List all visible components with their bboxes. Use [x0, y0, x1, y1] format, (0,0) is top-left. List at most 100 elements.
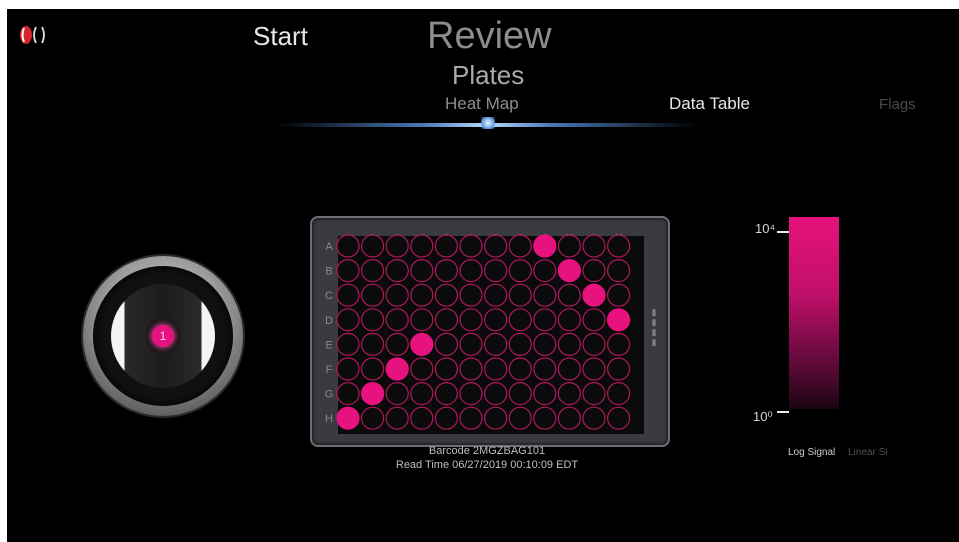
well[interactable]	[508, 406, 532, 430]
nav-start[interactable]: Start	[253, 21, 308, 52]
well[interactable]	[434, 283, 458, 307]
well[interactable]	[557, 332, 581, 357]
well[interactable]	[484, 234, 508, 258]
well[interactable]	[533, 332, 557, 357]
well[interactable]	[582, 308, 606, 332]
well[interactable]	[484, 283, 508, 307]
well[interactable]	[336, 258, 360, 283]
well[interactable]	[410, 357, 434, 381]
plate-selector-knob[interactable]: 1	[83, 256, 243, 416]
well[interactable]	[385, 234, 409, 258]
well[interactable]	[336, 308, 360, 332]
well[interactable]	[557, 382, 581, 406]
well[interactable]	[533, 258, 557, 283]
well[interactable]	[557, 234, 581, 258]
well[interactable]	[360, 332, 385, 357]
well[interactable]	[385, 332, 409, 357]
well[interactable]	[607, 234, 631, 258]
well[interactable]	[582, 234, 606, 258]
well[interactable]	[607, 258, 631, 283]
well[interactable]	[459, 283, 483, 307]
well[interactable]	[360, 258, 385, 283]
well[interactable]	[410, 234, 434, 258]
tab-flags[interactable]: Flags	[879, 96, 916, 113]
well[interactable]	[557, 357, 581, 381]
well-hit[interactable]	[582, 283, 606, 307]
well[interactable]	[557, 308, 581, 332]
well[interactable]	[459, 357, 483, 381]
well[interactable]	[508, 308, 532, 332]
well[interactable]	[434, 382, 458, 406]
well-hit[interactable]	[360, 382, 385, 406]
well[interactable]	[533, 357, 557, 381]
well[interactable]	[459, 406, 483, 430]
well-hit[interactable]	[557, 258, 581, 283]
well[interactable]	[508, 234, 532, 258]
well[interactable]	[484, 406, 508, 430]
well[interactable]	[385, 258, 409, 283]
tab-slider-handle[interactable]	[481, 117, 495, 129]
well[interactable]	[336, 382, 360, 406]
well[interactable]	[434, 258, 458, 283]
well[interactable]	[607, 332, 631, 357]
well[interactable]	[484, 357, 508, 381]
well[interactable]	[434, 308, 458, 332]
well[interactable]	[508, 357, 532, 381]
well[interactable]	[336, 357, 360, 381]
well[interactable]	[508, 332, 532, 357]
well[interactable]	[533, 283, 557, 307]
well[interactable]	[508, 382, 532, 406]
well[interactable]	[582, 382, 606, 406]
well[interactable]	[360, 357, 385, 381]
well[interactable]	[533, 406, 557, 430]
well[interactable]	[607, 406, 631, 430]
well[interactable]	[434, 234, 458, 258]
well[interactable]	[360, 234, 385, 258]
well[interactable]	[459, 332, 483, 357]
well[interactable]	[410, 258, 434, 283]
well[interactable]	[336, 234, 360, 258]
well-hit[interactable]	[533, 234, 557, 258]
well-hit[interactable]	[410, 332, 434, 357]
well[interactable]	[557, 283, 581, 307]
well[interactable]	[336, 283, 360, 307]
tab-data-table[interactable]: Data Table	[669, 94, 750, 114]
well[interactable]	[607, 283, 631, 307]
well[interactable]	[557, 406, 581, 430]
well[interactable]	[360, 406, 385, 430]
well[interactable]	[410, 283, 434, 307]
well[interactable]	[582, 357, 606, 381]
well-hit[interactable]	[607, 308, 631, 332]
well[interactable]	[508, 258, 532, 283]
well[interactable]	[607, 357, 631, 381]
well[interactable]	[459, 234, 483, 258]
tab-heat-map[interactable]: Heat Map	[445, 94, 519, 114]
well[interactable]	[360, 283, 385, 307]
well[interactable]	[582, 332, 606, 357]
well[interactable]	[508, 283, 532, 307]
well[interactable]	[410, 308, 434, 332]
well[interactable]	[434, 357, 458, 381]
well[interactable]	[484, 308, 508, 332]
well[interactable]	[484, 258, 508, 283]
well-hit[interactable]	[336, 406, 360, 430]
well[interactable]	[582, 258, 606, 283]
well[interactable]	[582, 406, 606, 430]
well[interactable]	[434, 332, 458, 357]
well[interactable]	[385, 308, 409, 332]
well[interactable]	[434, 406, 458, 430]
well[interactable]	[385, 382, 409, 406]
well[interactable]	[385, 406, 409, 430]
well[interactable]	[607, 382, 631, 406]
well[interactable]	[533, 382, 557, 406]
well[interactable]	[459, 258, 483, 283]
well[interactable]	[336, 332, 360, 357]
well[interactable]	[385, 283, 409, 307]
log-signal-toggle[interactable]: Log Signal	[788, 447, 835, 458]
well[interactable]	[459, 382, 483, 406]
well[interactable]	[410, 406, 434, 430]
well-hit[interactable]	[385, 357, 409, 381]
well[interactable]	[533, 308, 557, 332]
well[interactable]	[410, 382, 434, 406]
well[interactable]	[360, 308, 385, 332]
